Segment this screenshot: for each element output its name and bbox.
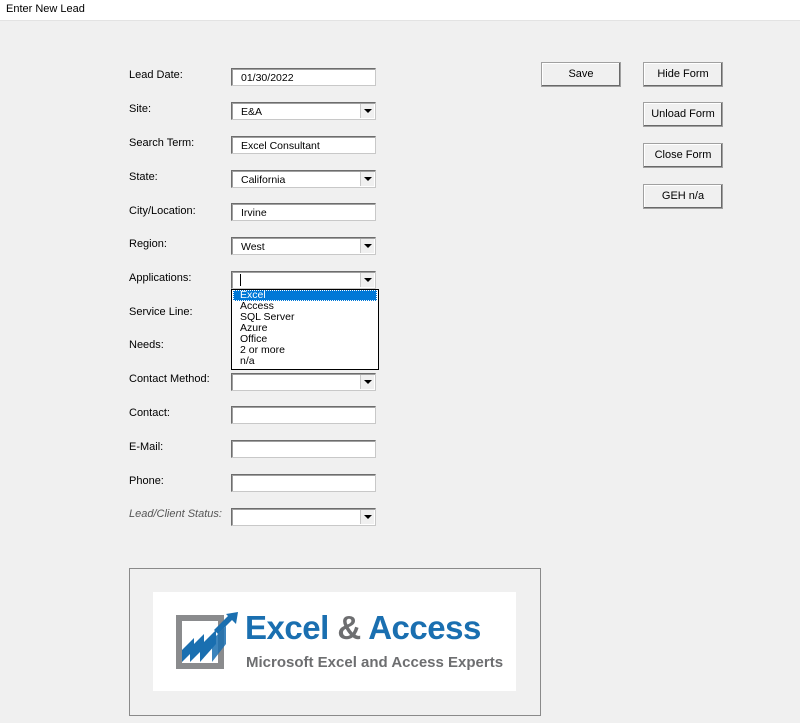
service-line-label: Service Line: — [129, 306, 193, 318]
logo-brand-text: Excel & Access — [245, 609, 481, 647]
logo-brand-excel: Excel — [245, 609, 329, 646]
phone-field[interactable] — [231, 474, 376, 492]
applications-combo[interactable] — [231, 271, 376, 289]
city-location-field[interactable]: Irvine — [231, 203, 376, 221]
lead-client-status-label: Lead/Client Status: — [129, 508, 222, 520]
title-bar: Enter New Lead — [0, 0, 800, 21]
chevron-down-icon[interactable] — [360, 172, 374, 186]
chevron-down-icon[interactable] — [360, 375, 374, 389]
close-form-button[interactable]: Close Form — [643, 143, 723, 168]
unload-form-button[interactable]: Unload Form — [643, 102, 723, 127]
site-value: E&A — [241, 106, 263, 118]
chevron-down-icon[interactable] — [360, 510, 374, 524]
hide-form-button[interactable]: Hide Form — [643, 62, 723, 87]
email-field[interactable] — [231, 440, 376, 458]
city-location-value: Irvine — [241, 207, 267, 219]
lead-date-field[interactable]: 01/30/2022 — [231, 68, 376, 86]
email-label: E-Mail: — [129, 441, 164, 453]
applications-label: Applications: — [129, 272, 192, 284]
state-combo[interactable]: California — [231, 170, 376, 188]
geh-button[interactable]: GEH n/a — [643, 184, 723, 209]
chevron-down-icon[interactable] — [360, 104, 374, 118]
region-combo[interactable]: West — [231, 237, 376, 255]
city-location-label: City/Location: — [129, 205, 196, 217]
site-combo[interactable]: E&A — [231, 102, 376, 120]
applications-dropdown-list[interactable]: Excel Access SQL Server Azure Office 2 o… — [231, 289, 379, 370]
contact-label: Contact: — [129, 407, 170, 419]
chevron-down-icon[interactable] — [360, 239, 374, 253]
region-value: West — [241, 241, 265, 253]
logo-brand-access: Access — [368, 609, 481, 646]
lead-date-value: 01/30/2022 — [241, 72, 294, 84]
contact-method-combo[interactable] — [231, 373, 376, 391]
dropdown-option-na[interactable]: n/a — [233, 356, 377, 367]
state-value: California — [241, 174, 286, 186]
needs-label: Needs: — [129, 339, 164, 351]
contact-method-label: Contact Method: — [129, 373, 210, 385]
site-label: Site: — [129, 103, 152, 115]
chart-arrow-logo-icon — [176, 612, 238, 669]
window-title: Enter New Lead — [6, 3, 85, 15]
lead-date-label: Lead Date: — [129, 69, 183, 81]
logo-brand-amp: & — [337, 609, 361, 646]
state-label: State: — [129, 171, 158, 183]
search-term-value: Excel Consultant — [241, 140, 320, 152]
search-term-field[interactable]: Excel Consultant — [231, 136, 376, 154]
search-term-label: Search Term: — [129, 137, 195, 149]
chevron-down-icon[interactable] — [360, 273, 374, 287]
phone-label: Phone: — [129, 475, 164, 487]
text-caret — [240, 274, 241, 286]
save-button[interactable]: Save — [541, 62, 621, 87]
region-label: Region: — [129, 238, 167, 250]
lead-client-status-combo[interactable] — [231, 508, 376, 526]
contact-field[interactable] — [231, 406, 376, 424]
logo-tagline: Microsoft Excel and Access Experts — [246, 654, 504, 671]
